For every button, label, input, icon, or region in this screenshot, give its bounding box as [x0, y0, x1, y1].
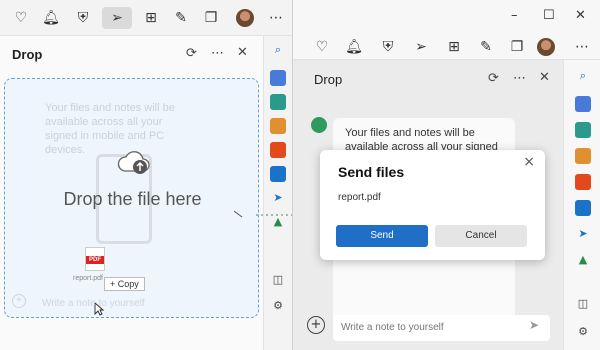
shield-icon[interactable]: ⛨ [377, 36, 399, 58]
send-note-icon[interactable]: ➤ [529, 318, 539, 332]
more-options-icon[interactable]: ⋯ [513, 71, 526, 86]
split-screen-icon[interactable]: ◫ [575, 296, 591, 312]
shopping-icon[interactable] [270, 70, 286, 86]
panel-title: Drop [314, 72, 343, 87]
split-screen-icon[interactable]: ◫ [270, 272, 286, 288]
copy-icon[interactable]: ❐ [506, 36, 528, 58]
edit-icon[interactable]: ✎ [170, 7, 192, 29]
cloud-upload-icon [117, 151, 150, 174]
dialog-file-name: report.pdf [338, 192, 381, 203]
dragged-file-icon: PDF [85, 247, 105, 271]
dialog-title: Send files [338, 164, 405, 180]
outlook-icon[interactable] [575, 200, 591, 216]
drag-trail [234, 210, 294, 218]
settings-icon[interactable]: ⚙ [575, 324, 591, 340]
office-icon[interactable] [270, 142, 286, 158]
shield-icon[interactable]: ⛨ [72, 7, 94, 29]
search-icon[interactable]: ⌕ [270, 42, 286, 58]
more-icon[interactable]: ⋯ [265, 7, 287, 29]
refresh-icon[interactable]: ⟳ [488, 71, 499, 86]
tools-icon[interactable] [270, 94, 286, 110]
shopping-icon[interactable] [575, 96, 591, 112]
games-icon[interactable] [270, 118, 286, 134]
panel-title: Drop [12, 47, 43, 62]
outlook-icon[interactable] [270, 166, 286, 182]
pdf-badge: PDF [86, 256, 104, 264]
left-toolbar: ♡ 🔔︎ ⛨ ➢ ⊞ ✎ ❐ ⋯ [0, 0, 292, 36]
office-icon[interactable] [575, 174, 591, 190]
note-input[interactable]: Write a note to yourself [333, 315, 550, 341]
bell-icon[interactable]: 🔔︎ [40, 7, 62, 29]
grid-icon[interactable]: ⊞ [140, 7, 162, 29]
send-sidebar-icon[interactable]: ➤ [270, 190, 286, 206]
drop-label: Drop the file here [63, 189, 202, 209]
edit-icon[interactable]: ✎ [475, 36, 497, 58]
more-icon[interactable]: ⋯ [571, 36, 593, 58]
cancel-button[interactable]: Cancel [435, 225, 527, 247]
send-button[interactable]: Send [336, 225, 428, 247]
grid-icon[interactable]: ⊞ [443, 36, 465, 58]
close-icon[interactable]: ✕ [539, 70, 550, 85]
send-icon[interactable]: ➢ [102, 7, 132, 29]
right-toolbar: ♡ 🔔︎ ⛨ ➢ ⊞ ✎ ❐ ⋯ [293, 34, 600, 60]
close-icon[interactable]: ✕ [237, 45, 248, 60]
copy-icon[interactable]: ❐ [200, 7, 222, 29]
send-icon[interactable]: ➢ [410, 36, 432, 58]
add-attachment-icon[interactable]: + [307, 316, 325, 334]
dialog-close-icon[interactable]: × [523, 154, 535, 170]
games-icon[interactable] [575, 148, 591, 164]
tools-icon[interactable] [575, 122, 591, 138]
search-icon[interactable]: ⌕ [575, 68, 591, 84]
maps-icon[interactable]: ▲ [575, 252, 591, 268]
avatar[interactable] [236, 9, 254, 27]
maximize-icon[interactable]: ☐ [543, 8, 555, 23]
refresh-icon[interactable]: ⟳ [186, 46, 197, 61]
right-edge-sidebar: ⌕ ➤ ▲ ◫ ⚙ [563, 60, 600, 350]
settings-icon[interactable]: ⚙ [270, 298, 286, 314]
heartbeat-icon[interactable]: ♡ [311, 36, 333, 58]
minimize-icon[interactable]: – [511, 8, 518, 23]
left-edge-sidebar: ⌕ ➤ ▲ ◫ ⚙ [263, 36, 292, 350]
more-options-icon[interactable]: ⋯ [211, 46, 224, 61]
avatar[interactable] [537, 38, 555, 56]
note-placeholder-ghost: Write a note to yourself [42, 298, 145, 309]
send-files-dialog: × Send files report.pdf Send Cancel [320, 150, 545, 260]
note-input-placeholder: Write a note to yourself [341, 322, 444, 333]
left-drop-panel: Drop ⟳ ⋯ ✕ Your files and notes will be … [0, 36, 263, 350]
left-browser-window: ♡ 🔔︎ ⛨ ➢ ⊞ ✎ ❐ ⋯ Drop ⟳ ⋯ ✕ Your files a… [0, 0, 292, 350]
window-close-icon[interactable]: ✕ [575, 8, 586, 23]
copy-tooltip: + Copy [104, 277, 145, 291]
right-browser-window: – ☐ ✕ ♡ 🔔︎ ⛨ ➢ ⊞ ✎ ❐ ⋯ Drop ⟳ ⋯ ✕ Your f… [292, 0, 600, 350]
send-sidebar-icon[interactable]: ➤ [575, 226, 591, 242]
title-bar: – ☐ ✕ [293, 0, 600, 34]
screen: ♡ 🔔︎ ⛨ ➢ ⊞ ✎ ❐ ⋯ Drop ⟳ ⋯ ✕ Your files a… [0, 0, 600, 350]
add-icon-ghost: + [12, 294, 26, 308]
dragged-file-name: report.pdf [73, 275, 103, 282]
heartbeat-icon[interactable]: ♡ [10, 7, 32, 29]
drop-logo-icon [311, 117, 327, 133]
right-drop-panel: Drop ⟳ ⋯ ✕ Your files and notes will be … [293, 60, 563, 350]
bell-icon[interactable]: 🔔︎ [343, 36, 365, 58]
